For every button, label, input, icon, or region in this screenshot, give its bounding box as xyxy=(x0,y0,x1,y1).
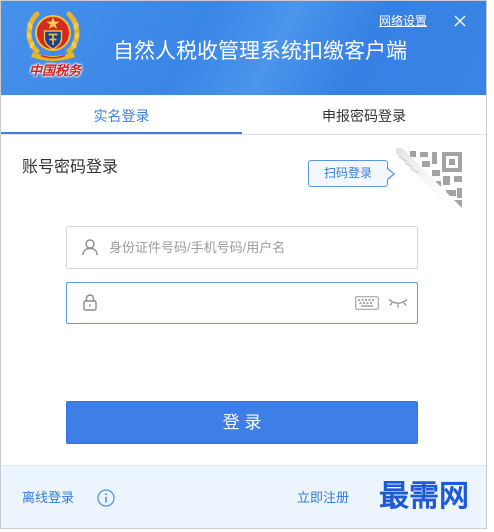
qr-code-icon[interactable] xyxy=(396,148,466,218)
logo-caption: 中国税务 xyxy=(28,64,81,79)
login-heading: 账号密码登录 xyxy=(22,159,119,176)
password-field xyxy=(66,282,418,324)
close-button[interactable] xyxy=(452,13,468,29)
user-icon xyxy=(82,239,98,256)
footer: 离线登录 立即注册 最需网 xyxy=(1,465,486,528)
offline-login-link[interactable]: 离线登录 xyxy=(22,489,74,507)
tab-real-name-login[interactable]: 实名登录 xyxy=(1,95,242,134)
app-title: 自然人税收管理系统扣缴客户端 xyxy=(113,40,407,63)
close-icon xyxy=(454,15,466,27)
keyboard-icon[interactable] xyxy=(355,296,379,310)
header: 中国税务 自然人税收管理系统扣缴客户端 网络设置 xyxy=(1,1,486,95)
qr-login-button[interactable]: 扫码登录 xyxy=(308,160,395,187)
network-settings-link[interactable]: 网络设置 xyxy=(379,13,427,30)
eye-closed-icon[interactable] xyxy=(387,297,409,309)
password-input[interactable] xyxy=(109,283,345,323)
tax-emblem-icon xyxy=(26,11,80,61)
watermark: 最需网 xyxy=(379,480,469,513)
login-window: 中国税务 自然人税收管理系统扣缴客户端 网络设置 实名登录 申报密码登录 账号密… xyxy=(0,0,487,529)
username-input[interactable] xyxy=(109,227,409,268)
login-tabs: 实名登录 申报密码登录 xyxy=(1,95,486,135)
login-button[interactable]: 登 录 xyxy=(66,401,418,444)
username-field xyxy=(66,226,418,269)
tab-declaration-password-login[interactable]: 申报密码登录 xyxy=(242,95,486,134)
info-icon[interactable] xyxy=(97,489,115,507)
register-link[interactable]: 立即注册 xyxy=(297,489,349,507)
lock-icon xyxy=(83,294,97,311)
